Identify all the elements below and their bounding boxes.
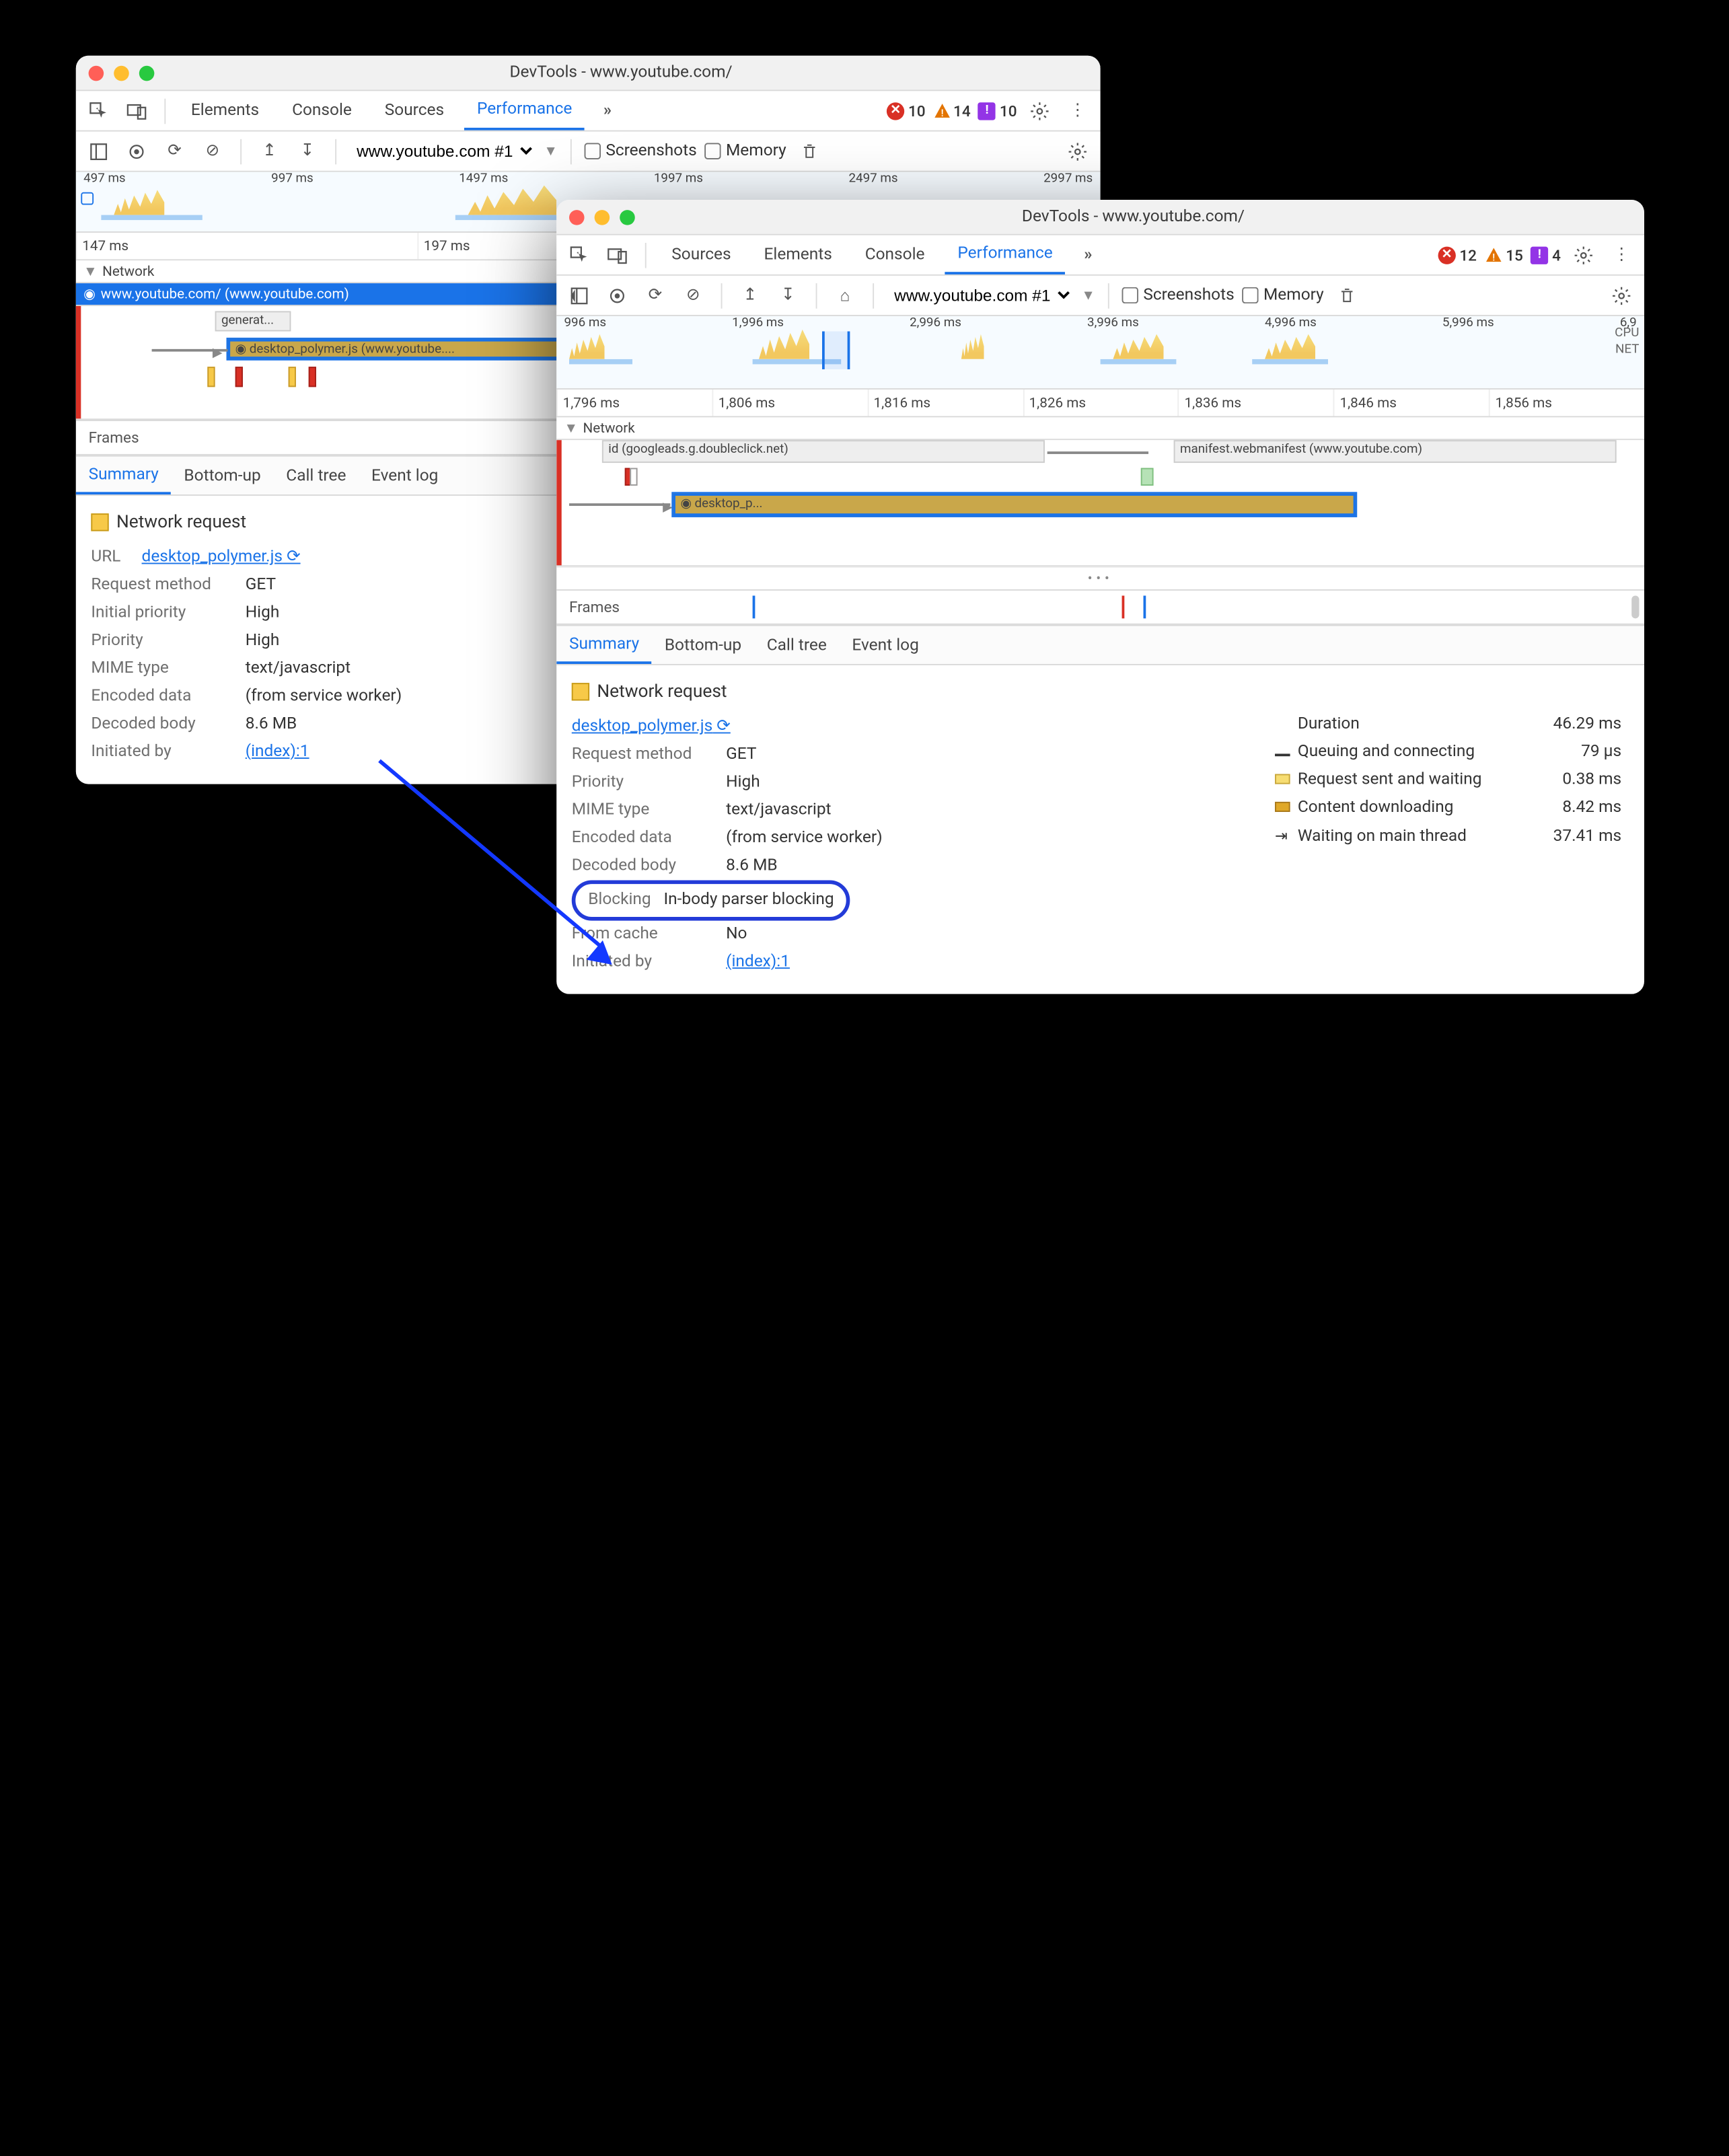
minimize-icon[interactable]: [595, 209, 610, 225]
dtab-eventlog[interactable]: Event log: [359, 457, 451, 494]
dtab-calltree[interactable]: Call tree: [273, 457, 359, 494]
detail-row: Decoded body8.6 MB: [572, 852, 1629, 880]
devtools-tabbar: Sources Elements Console Performance ✕12…: [556, 235, 1644, 276]
more-icon[interactable]: ⋮: [1062, 96, 1093, 126]
clear-icon[interactable]: ⊘: [197, 136, 227, 166]
summary-panel: Network request desktop_polymer.js ⟳ Req…: [556, 665, 1644, 994]
more-tabs-icon[interactable]: [592, 96, 622, 126]
more-icon[interactable]: ⋮: [1607, 239, 1637, 270]
error-count[interactable]: ✕12: [1438, 246, 1477, 264]
recording-selector[interactable]: www.youtube.com #1: [349, 138, 536, 164]
time-ruler[interactable]: 1,796 ms 1,806 ms 1,816 ms 1,826 ms 1,83…: [556, 389, 1644, 417]
warning-count[interactable]: ! 14: [933, 102, 971, 119]
reload-icon[interactable]: ⟳: [640, 280, 670, 310]
dtab-calltree[interactable]: Call tree: [754, 626, 840, 664]
upload-icon[interactable]: ↥: [254, 136, 285, 166]
svg-text:!: !: [1492, 250, 1494, 262]
tab-elements[interactable]: Elements: [751, 236, 845, 274]
info-count[interactable]: !10: [978, 102, 1017, 119]
detail-row: From cacheNo: [572, 921, 1629, 949]
record-icon[interactable]: [602, 280, 632, 310]
detail-tabs: Summary Bottom-up Call tree Event log: [556, 625, 1644, 665]
download-icon[interactable]: ↧: [292, 136, 322, 166]
tab-performance[interactable]: Performance: [945, 236, 1066, 274]
toggle-panel-icon[interactable]: [564, 280, 594, 310]
timing-row: Content downloading8.42 ms: [1275, 794, 1621, 822]
tab-sources[interactable]: Sources: [372, 91, 457, 129]
bar-desktop-polymer[interactable]: ◉ desktop_polymer.js (www.youtube....: [227, 339, 581, 359]
dtab-bottomup[interactable]: Bottom-up: [652, 626, 754, 664]
overview-timeline[interactable]: 996 ms 1,996 ms 2,996 ms 3,996 ms 4,996 …: [556, 316, 1644, 389]
tab-console[interactable]: Console: [279, 91, 364, 129]
info-count[interactable]: !4: [1531, 246, 1561, 264]
tab-performance[interactable]: Performance: [464, 91, 585, 129]
recording-selector[interactable]: www.youtube.com #1: [887, 282, 1074, 308]
device-icon[interactable]: [121, 96, 151, 126]
initiator-link[interactable]: (index):1: [246, 739, 309, 766]
svg-text:!: !: [941, 106, 943, 118]
settings2-icon[interactable]: [1062, 136, 1093, 166]
window-title: DevTools - www.youtube.com/: [154, 63, 1087, 82]
network-track-header[interactable]: ▼ Network: [556, 417, 1644, 440]
devtools-tabbar: Elements Console Sources Performance ✕10…: [76, 91, 1101, 131]
timing-breakdown: Duration 46.29 ms Queuing and connecting…: [1275, 711, 1621, 852]
screenshots-checkbox[interactable]: Screenshots: [1121, 286, 1234, 305]
inspect-icon[interactable]: [83, 96, 114, 126]
warning-count[interactable]: ! 15: [1484, 246, 1523, 264]
scrollbar[interactable]: [1631, 595, 1639, 618]
trash-icon[interactable]: [794, 136, 824, 166]
tab-sources[interactable]: Sources: [659, 236, 743, 274]
settings-icon[interactable]: [1568, 239, 1598, 270]
maximize-icon[interactable]: [139, 65, 155, 81]
minimize-icon[interactable]: [114, 65, 129, 81]
frames-strip[interactable]: Frames: [556, 589, 1644, 625]
network-track[interactable]: id (googleads.g.doubleclick.net) manifes…: [556, 440, 1644, 566]
url-link[interactable]: desktop_polymer.js ⟳: [142, 544, 301, 571]
error-count[interactable]: ✕10: [887, 102, 926, 119]
upload-icon[interactable]: ↥: [735, 280, 765, 310]
url-link[interactable]: desktop_polymer.js ⟳: [572, 717, 731, 736]
dtab-bottomup[interactable]: Bottom-up: [172, 457, 274, 494]
screenshots-checkbox[interactable]: Screenshots: [584, 142, 696, 161]
maximize-icon[interactable]: [620, 209, 635, 225]
memory-checkbox[interactable]: Memory: [1242, 286, 1324, 305]
dtab-eventlog[interactable]: Event log: [840, 626, 932, 664]
settings2-icon[interactable]: [1607, 280, 1637, 310]
close-icon[interactable]: [89, 65, 104, 81]
js-swatch-icon: [572, 683, 589, 700]
timing-row: Waiting on main thread37.41 ms: [1275, 822, 1621, 851]
toggle-panel-icon[interactable]: [83, 136, 114, 166]
perf-toolbar: ⟳ ⊘ ↥ ↧ www.youtube.com #1 ▼ Screenshots…: [76, 132, 1101, 172]
record-icon[interactable]: [121, 136, 151, 166]
home-icon[interactable]: ⌂: [830, 280, 860, 310]
window-title: DevTools - www.youtube.com/: [635, 207, 1631, 226]
blocking-callout: Blocking In-body parser blocking: [572, 880, 850, 920]
reload-icon[interactable]: ⟳: [159, 136, 190, 166]
more-tabs-icon[interactable]: [1073, 239, 1103, 270]
dtab-summary[interactable]: Summary: [76, 457, 172, 494]
expand-icon[interactable]: •••: [556, 566, 1644, 589]
timing-row: Request sent and waiting0.38 ms: [1275, 766, 1621, 794]
download-icon[interactable]: ↧: [773, 280, 803, 310]
tab-elements[interactable]: Elements: [178, 91, 272, 129]
bar-manifest[interactable]: manifest.webmanifest (www.youtube.com): [1174, 440, 1617, 463]
clear-icon[interactable]: ⊘: [678, 280, 708, 310]
bar-generat[interactable]: generat...: [215, 311, 291, 331]
device-icon[interactable]: [602, 239, 632, 270]
dtab-summary[interactable]: Summary: [556, 626, 652, 664]
bar-desktop-polymer[interactable]: ◉ desktop_p...: [673, 493, 1356, 516]
bar-googleads[interactable]: id (googleads.g.doubleclick.net): [602, 440, 1045, 463]
memory-checkbox[interactable]: Memory: [704, 142, 786, 161]
perf-toolbar: ⟳ ⊘ ↥ ↧ ⌂ www.youtube.com #1 ▼ Screensho…: [556, 276, 1644, 316]
js-swatch-icon: [91, 513, 108, 531]
titlebar[interactable]: DevTools - www.youtube.com/: [76, 56, 1101, 91]
inspect-icon[interactable]: [564, 239, 594, 270]
close-icon[interactable]: [569, 209, 585, 225]
trash-icon[interactable]: [1331, 280, 1362, 310]
settings-icon[interactable]: [1025, 96, 1055, 126]
tab-console[interactable]: Console: [852, 236, 937, 274]
titlebar[interactable]: DevTools - www.youtube.com/: [556, 200, 1644, 235]
timing-row: Queuing and connecting79 µs: [1275, 739, 1621, 766]
initiator-link[interactable]: (index):1: [726, 949, 790, 976]
